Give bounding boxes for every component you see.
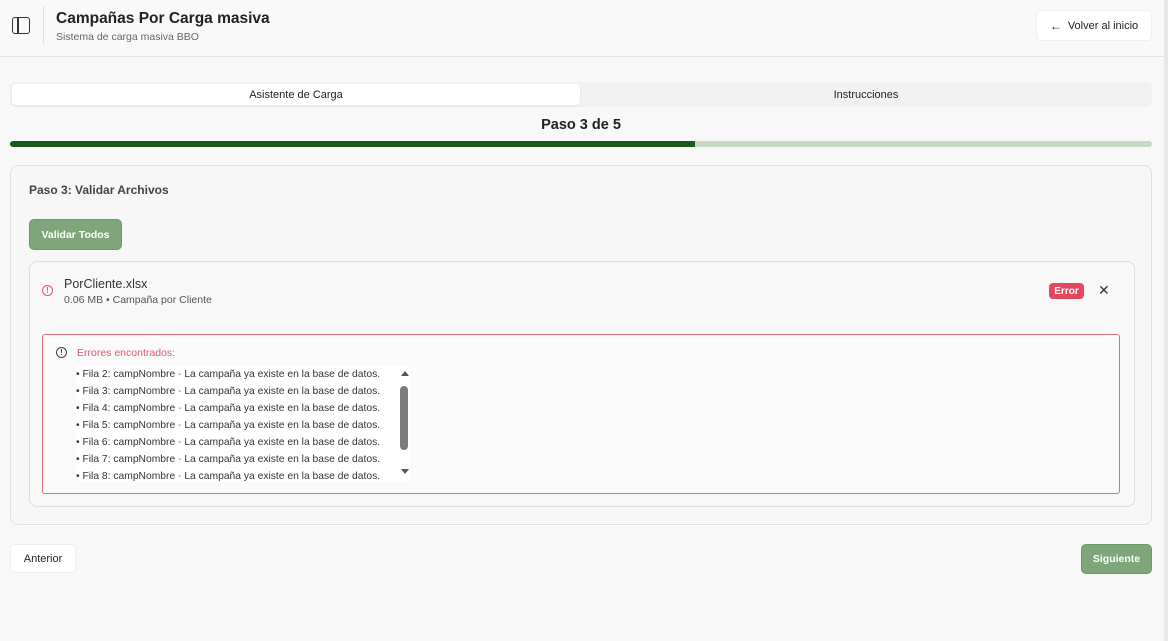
error-item: • Fila 6: campNombre - La campaña ya exi…: [76, 434, 410, 451]
error-message: La campaña ya existe en la base de datos…: [184, 403, 381, 414]
arrow-left-icon: ←: [1049, 18, 1062, 33]
status-badge: Error: [1049, 283, 1084, 299]
alert-circle-icon: !: [56, 347, 67, 358]
alert-circle-icon: !: [42, 285, 53, 296]
error-message: La campaña ya existe en la base de datos…: [184, 437, 381, 448]
file-name: PorCliente.xlsx: [64, 277, 148, 291]
error-separator: -: [175, 437, 185, 448]
errors-list[interactable]: • Fila 2: campNombre - La campaña ya exi…: [76, 366, 410, 481]
error-row: • Fila 7: campNombre: [76, 454, 176, 465]
errors-title: Errores encontrados:: [77, 347, 176, 359]
error-message: La campaña ya existe en la base de datos…: [184, 369, 381, 380]
wizard-progress-fill: [10, 141, 696, 147]
error-separator: -: [175, 471, 185, 481]
error-row: • Fila 6: campNombre: [76, 437, 176, 448]
step-indicator: Paso 3 de 5: [541, 117, 621, 133]
validate-files-card: Paso 3: Validar Archivos Validar Todos !…: [10, 165, 1152, 525]
errors-panel: ! Errores encontrados: • Fila 2: campNom…: [42, 334, 1120, 494]
previous-button[interactable]: Anterior: [10, 544, 76, 573]
error-item: • Fila 3: campNombre - La campaña ya exi…: [76, 383, 410, 400]
page-scrollbar[interactable]: [1164, 0, 1168, 641]
scroll-down-arrow-icon[interactable]: [401, 469, 409, 474]
error-message: La campaña ya existe en la base de datos…: [184, 471, 381, 481]
error-item: • Fila 2: campNombre - La campaña ya exi…: [76, 366, 410, 383]
error-row: • Fila 3: campNombre: [76, 386, 176, 397]
error-separator: -: [175, 454, 185, 465]
file-meta: 0.06 MB • Campaña por Cliente: [64, 294, 212, 306]
header-divider: [43, 6, 44, 44]
tab-asistente-de-carga[interactable]: Asistente de Carga: [12, 84, 580, 105]
error-row: • Fila 4: campNombre: [76, 403, 176, 414]
error-separator: -: [175, 369, 185, 380]
error-separator: -: [175, 420, 185, 431]
error-message: La campaña ya existe en la base de datos…: [184, 420, 381, 431]
back-to-home-button[interactable]: ← Volver al inicio: [1036, 10, 1152, 41]
errors-scrollbar[interactable]: [398, 366, 411, 481]
error-message: La campaña ya existe en la base de datos…: [184, 386, 381, 397]
sidebar-toggle-icon[interactable]: [12, 17, 30, 34]
tab-instrucciones[interactable]: Instrucciones: [582, 84, 1150, 105]
error-message: La campaña ya existe en la base de datos…: [184, 454, 381, 465]
scroll-thumb[interactable]: [400, 386, 408, 450]
scroll-up-arrow-icon[interactable]: [401, 371, 409, 376]
back-to-home-label: Volver al inicio: [1067, 19, 1139, 32]
wizard-progress-bar: [10, 141, 1152, 147]
error-item: • Fila 5: campNombre - La campaña ya exi…: [76, 417, 410, 434]
tab-list: Asistente de Carga Instrucciones: [10, 82, 1152, 107]
error-separator: -: [175, 403, 185, 414]
error-separator: -: [175, 386, 185, 397]
card-title: Paso 3: Validar Archivos: [29, 183, 169, 197]
validate-all-button[interactable]: Validar Todos: [29, 219, 122, 250]
page-subtitle: Sistema de carga masiva BBO: [56, 31, 199, 43]
error-item: • Fila 7: campNombre - La campaña ya exi…: [76, 451, 410, 468]
page-title: Campañas Por Carga masiva: [56, 10, 270, 27]
file-item: ! PorCliente.xlsx 0.06 MB • Campaña por …: [29, 261, 1135, 507]
error-row: • Fila 2: campNombre: [76, 369, 176, 380]
error-item: • Fila 4: campNombre - La campaña ya exi…: [76, 400, 410, 417]
error-item: • Fila 8: campNombre - La campaña ya exi…: [76, 468, 410, 481]
error-row: • Fila 5: campNombre: [76, 420, 176, 431]
app-header: Campañas Por Carga masiva Sistema de car…: [0, 0, 1168, 57]
next-button[interactable]: Siguiente: [1081, 544, 1152, 574]
error-row: • Fila 8: campNombre: [76, 471, 176, 481]
close-icon[interactable]: ✕: [1098, 281, 1110, 299]
